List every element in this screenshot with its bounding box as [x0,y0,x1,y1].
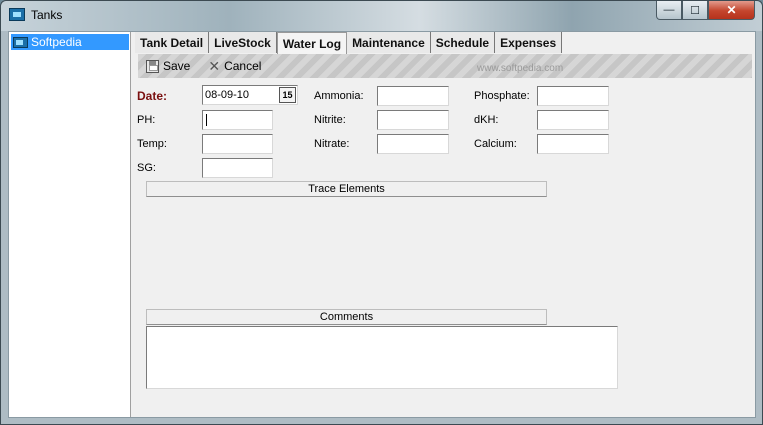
cancel-label: Cancel [224,59,262,73]
tab-schedule[interactable]: Schedule [430,32,496,53]
toolbar: Save ✕ Cancel [138,54,752,78]
tank-tree[interactable]: Softpedia [9,32,131,417]
save-button[interactable]: Save [142,56,194,76]
client-area: Softpedia Tank Detail LiveStock Water Lo… [8,31,756,418]
dkh-label: dKH: [474,114,499,126]
temp-field[interactable] [202,134,273,154]
calcium-field[interactable] [537,134,609,154]
tab-tank-detail[interactable]: Tank Detail [135,32,210,53]
calcium-label: Calcium: [474,138,517,150]
calendar-button[interactable]: 15 [279,87,296,103]
comments-header: Comments [146,309,547,325]
tree-item-label: Softpedia [31,35,82,49]
save-label: Save [163,59,191,73]
sg-label: SG: [137,162,156,174]
phosphate-label: Phosphate: [474,90,530,102]
maximize-button[interactable]: ☐ [682,1,708,20]
ph-label: PH: [137,114,156,126]
app-icon [9,8,25,21]
nitrate-label: Nitrate: [314,138,350,150]
watermark: www.softpedia.com [477,63,564,74]
ammonia-label: Ammonia: [314,90,364,102]
save-icon [146,59,159,73]
date-label: Date: [137,89,168,103]
sg-field[interactable] [202,158,273,178]
window-title: Tanks [31,8,63,22]
text-caret [206,114,207,126]
tab-maintenance[interactable]: Maintenance [347,32,431,53]
tab-livestock[interactable]: LiveStock [209,32,277,53]
tree-item-softpedia[interactable]: Softpedia [11,34,129,50]
temp-label: Temp: [137,138,167,150]
title-bar[interactable]: Tanks — ☐ ✕ [1,1,762,31]
close-icon: ✕ [208,58,221,74]
trace-elements-header: Trace Elements [146,181,547,197]
dkh-field[interactable] [537,110,609,130]
tab-bar: Tank Detail LiveStock Water Log Maintena… [135,32,563,54]
app-window: Tanks — ☐ ✕ Softpedia Tank Detail LiveSt… [0,0,763,425]
tab-expenses[interactable]: Expenses [495,32,563,53]
tank-icon [13,36,28,48]
nitrate-field[interactable] [377,134,449,154]
minimize-button[interactable]: — [656,1,682,20]
nitrite-field[interactable] [377,110,449,130]
tab-water-log[interactable]: Water Log [276,32,348,54]
date-value: 08-09-10 [205,89,250,101]
comments-textarea[interactable] [146,326,618,389]
ph-field[interactable] [202,110,273,130]
cancel-button[interactable]: ✕ Cancel [204,56,265,76]
date-field[interactable]: 08-09-10 15 [202,85,298,105]
close-button[interactable]: ✕ [708,1,755,20]
nitrite-label: Nitrite: [314,114,346,126]
ammonia-field[interactable] [377,86,449,106]
phosphate-field[interactable] [537,86,609,106]
